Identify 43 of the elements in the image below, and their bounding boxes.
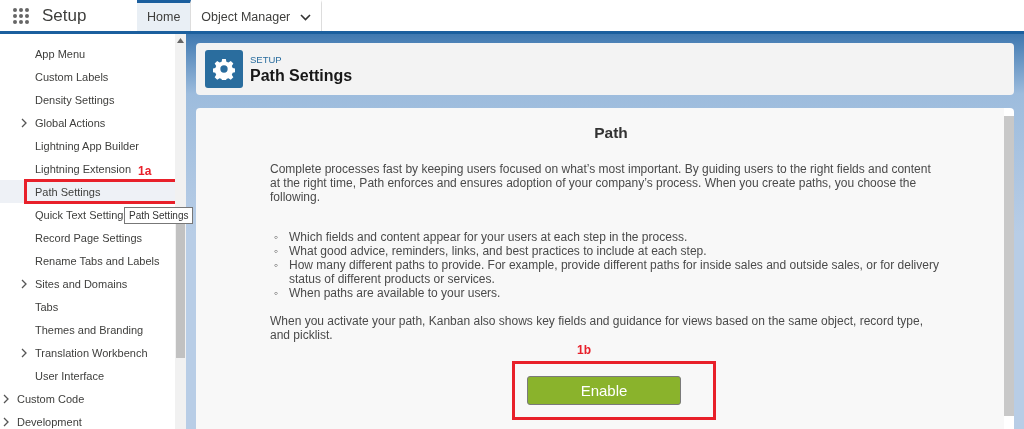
sidebar-section[interactable]: Development <box>0 410 175 429</box>
chevron-right-icon[interactable] <box>21 279 28 289</box>
bullet-marker: ◦ <box>274 258 280 274</box>
sidebar-item[interactable]: Global Actions <box>0 111 175 134</box>
chevron-right-icon[interactable] <box>21 348 28 358</box>
sidebar-item[interactable]: App Menu <box>0 42 175 65</box>
sidebar-item[interactable]: Density Settings <box>0 88 175 111</box>
chevron-right-icon[interactable] <box>3 394 10 404</box>
bullet-item: How many different paths to provide. For example, provide different paths for inside sales and outside sales, or for delivery status of different products or services. <box>289 258 940 286</box>
sidebar-item[interactable]: User Interface <box>0 364 175 387</box>
sidebar-item[interactable]: Path Settings <box>0 180 175 203</box>
sidebar-item[interactable]: Record Page Settings <box>0 226 175 249</box>
sidebar-item[interactable]: Translation Workbench <box>0 341 175 364</box>
bullet-item: When paths are available to your users. <box>289 286 501 300</box>
bullet-marker: ◦ <box>274 244 280 258</box>
sidebar-item[interactable]: Tabs <box>0 295 175 318</box>
annotation-label: 1a <box>138 164 152 178</box>
intro-paragraph: Complete processes fast by keeping users focused on what’s most important. By guiding users to the right fields and content at the right time, Path enforces and ensures adoption of your company’s process. When you create paths, you choose the following. <box>270 162 932 204</box>
nav-tab[interactable]: Home <box>137 0 192 31</box>
scroll-up-icon[interactable] <box>177 38 184 43</box>
outro-paragraph: When you activate your path, Kanban also shows key fields and guidance for views based on the same object, record type, and picklist. <box>270 314 925 342</box>
page-title: Path Settings <box>250 66 353 85</box>
chevron-right-icon[interactable] <box>3 417 10 427</box>
sidebar-item[interactable]: Custom Labels <box>0 65 175 88</box>
sidebar-item[interactable]: Sites and Domains <box>0 272 175 295</box>
tooltip: Path Settings <box>124 207 194 224</box>
bullet-item: Which fields and content appear for your users at each step in the process. <box>289 230 688 244</box>
gear-icon <box>205 50 243 88</box>
bullet-marker: ◦ <box>274 286 280 300</box>
annotation-label: 1b <box>577 343 591 357</box>
app-title: Setup <box>42 5 88 26</box>
bullet-marker: ◦ <box>274 230 280 244</box>
sidebar-item[interactable]: Lightning Extension 1a <box>0 157 175 180</box>
app-launcher-icon[interactable] <box>12 6 30 25</box>
sidebar-item[interactable]: Themes and Branding <box>0 318 175 341</box>
section-heading: Path <box>593 124 629 142</box>
sidebar-item[interactable]: Lightning App Builder <box>0 134 175 157</box>
sidebar-section[interactable]: Custom Code <box>0 387 175 410</box>
chevron-right-icon[interactable] <box>21 118 28 128</box>
page-eyebrow: SETUP <box>250 53 283 65</box>
bullet-item: What good advice, reminders, links, and best practices to include at each step. <box>289 244 707 258</box>
chevron-down-icon[interactable] <box>300 13 312 21</box>
sidebar-item[interactable]: Rename Tabs and Labels <box>0 249 175 272</box>
